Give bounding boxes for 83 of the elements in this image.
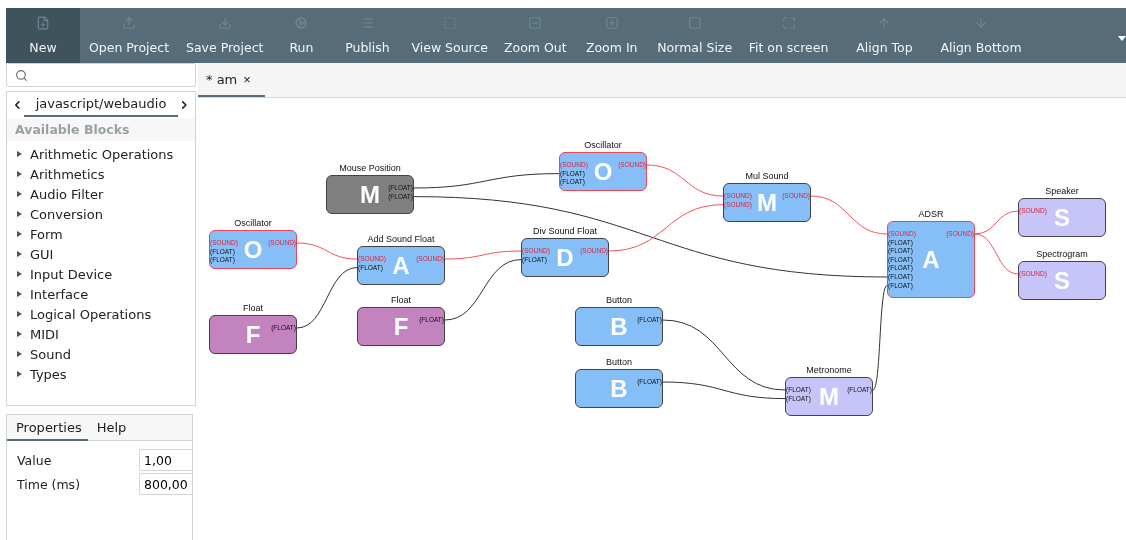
tree-item[interactable]: MIDI: [7, 324, 195, 344]
expand-icon[interactable]: [17, 291, 22, 297]
tree-item-label: Types: [30, 366, 67, 382]
expand-icon[interactable]: [17, 371, 22, 377]
expand-icon[interactable]: [17, 351, 22, 357]
download-icon: [217, 16, 232, 30]
block-letter: A: [922, 247, 940, 272]
block-title: Mul Sound: [745, 171, 789, 181]
tree-item-label: Input Device: [30, 266, 113, 282]
tree-item-label: Logical Operations: [30, 306, 152, 322]
wire: [296, 242, 358, 260]
block-title: Div Sound Float: [532, 226, 597, 236]
tree-item[interactable]: Conversion: [7, 204, 195, 224]
overflow-caret-icon[interactable]: [1118, 36, 1126, 41]
expand-icon[interactable]: [17, 231, 22, 237]
expand-icon[interactable]: [17, 171, 22, 177]
toolbar-button[interactable]: New: [6, 8, 80, 63]
section-heading: Available Blocks: [7, 118, 195, 141]
block-title: Metronome: [806, 365, 852, 375]
block-letter: F: [393, 314, 409, 339]
block-letter: O: [593, 159, 613, 184]
block-title: Float: [391, 295, 411, 305]
block-title: Spectrogram: [1036, 249, 1088, 259]
tree-item-label: GUI: [30, 246, 54, 262]
block-letter: M: [819, 384, 839, 409]
block-title: Oscillator: [234, 218, 272, 228]
block-letter: B: [610, 314, 628, 339]
tree-item[interactable]: Types: [7, 364, 195, 384]
block-letter: O: [243, 237, 263, 262]
gear-icon: [294, 16, 309, 30]
expand-icon[interactable]: [17, 151, 22, 157]
close-button[interactable]: ×: [243, 71, 251, 87]
panel-tab[interactable]: Properties: [7, 415, 88, 441]
expand-icon[interactable]: [17, 331, 22, 337]
block-title: Button: [606, 357, 632, 367]
block-letter: S: [1054, 268, 1070, 293]
tree-item-label: Conversion: [30, 206, 103, 222]
tree-item-label: Sound: [30, 346, 71, 362]
tree-item[interactable]: Interface: [7, 284, 195, 304]
property-label: Time (ms): [17, 476, 80, 492]
tree-item-label: Form: [30, 226, 63, 242]
block-title: Float: [243, 303, 263, 313]
block-title: Mouse Position: [339, 163, 401, 173]
block-letter: F: [245, 322, 261, 347]
tree-item[interactable]: Input Device: [7, 264, 195, 284]
tree-item-label: MIDI: [30, 326, 59, 342]
tree-item[interactable]: Audio Filter: [7, 184, 195, 204]
block-letter: A: [392, 253, 410, 278]
tree-item-label: Audio Filter: [30, 186, 104, 202]
block-title: Oscillator: [584, 140, 622, 150]
search-field[interactable]: [6, 63, 196, 87]
block-title: Button: [606, 295, 632, 305]
property-field[interactable]: 800,00: [139, 473, 192, 495]
block-title: ADSR: [918, 209, 944, 219]
block-title: Add Sound Float: [367, 234, 435, 244]
upload-icon: [122, 16, 136, 30]
block-letter: M: [757, 190, 777, 215]
block-title: Speaker: [1045, 186, 1079, 196]
expand-icon[interactable]: [17, 211, 22, 217]
file-plus-icon: [36, 16, 50, 30]
property-field[interactable]: 1,00: [139, 449, 192, 471]
tree-item[interactable]: Sound: [7, 344, 195, 364]
expand-icon[interactable]: [17, 311, 22, 317]
tree-item[interactable]: GUI: [7, 244, 195, 264]
block-letter: S: [1054, 205, 1070, 230]
tree-item-label: Arithmetics: [30, 166, 105, 182]
expand-icon[interactable]: [17, 251, 22, 257]
tree-item-label: Arithmetic Operations: [30, 146, 174, 162]
tree-item[interactable]: Logical Operations: [7, 304, 195, 324]
tab-label: * am: [206, 71, 238, 87]
tree-item[interactable]: Arithmetics: [7, 164, 195, 184]
panel-tab[interactable]: Help: [87, 415, 133, 441]
tree-item[interactable]: Arithmetic Operations: [7, 144, 195, 164]
block-letter: D: [556, 245, 574, 270]
search-icon: [15, 68, 28, 82]
tree-item[interactable]: Form: [7, 224, 195, 244]
tree-item-label: Interface: [30, 286, 89, 302]
wire: [296, 267, 358, 329]
block-letter: M: [360, 182, 380, 207]
expand-icon[interactable]: [17, 271, 22, 277]
property-label: Value: [17, 452, 52, 468]
block-letter: B: [610, 376, 628, 401]
expand-icon[interactable]: [17, 191, 22, 197]
